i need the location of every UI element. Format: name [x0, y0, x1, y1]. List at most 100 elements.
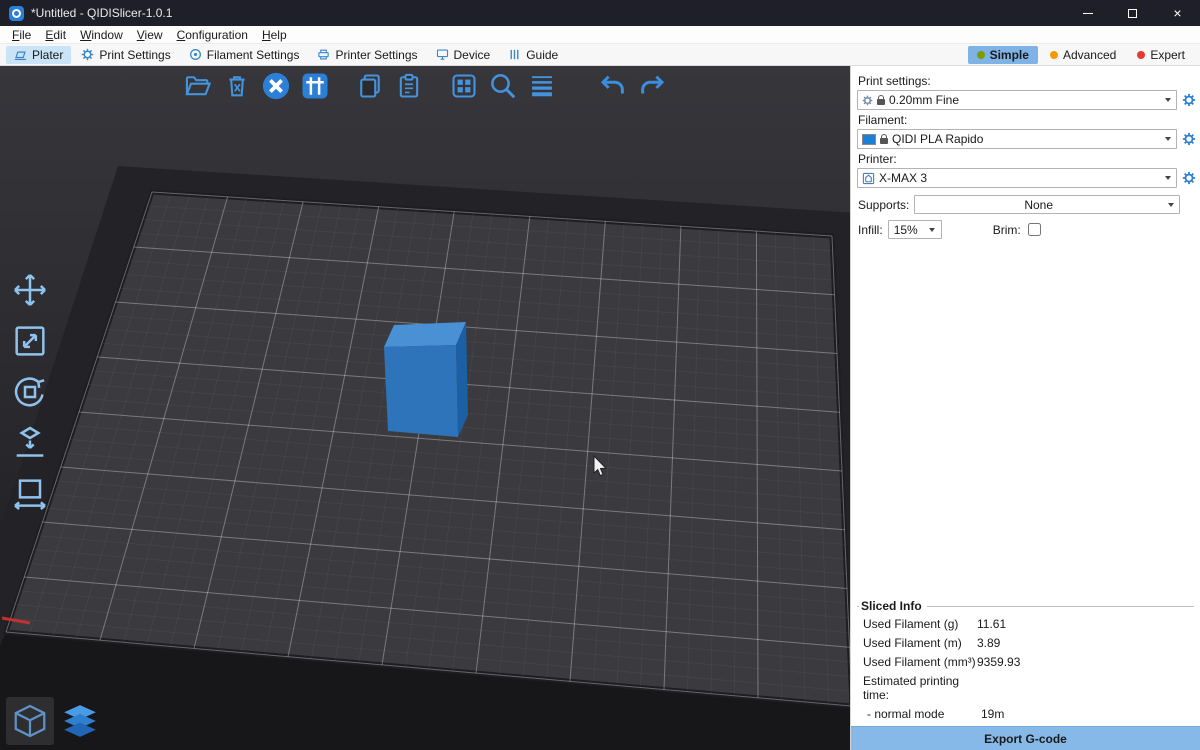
open-button[interactable] [183, 71, 213, 101]
arrange-icon [300, 71, 330, 101]
redo-button[interactable] [637, 71, 667, 101]
view-mode-switch [6, 697, 104, 745]
variable-layer-height-button[interactable] [527, 71, 557, 101]
close-button[interactable]: × [1155, 0, 1200, 26]
delete-button[interactable] [222, 71, 252, 101]
minimize-button[interactable] [1065, 0, 1110, 26]
supports-label: Supports: [858, 198, 909, 212]
scale-icon [10, 321, 50, 361]
chevron-down-icon [1159, 130, 1176, 148]
paste-button[interactable] [394, 71, 424, 101]
mode-simple[interactable]: Simple [968, 46, 1038, 64]
viewport-3d-scene[interactable] [0, 66, 850, 750]
mode-expert[interactable]: Expert [1128, 46, 1194, 64]
window-title: *Untitled - QIDISlicer-1.0.1 [31, 6, 172, 20]
preview-view-icon [61, 702, 99, 740]
undo-button[interactable] [598, 71, 628, 101]
menu-configuration[interactable]: Configuration [170, 27, 255, 43]
measure-icon [10, 474, 50, 514]
sliced-info-title: Sliced Info [859, 599, 927, 613]
tab-filament-settings[interactable]: Filament Settings [181, 46, 308, 64]
3d-editor-view-button[interactable] [6, 697, 54, 745]
gear-icon [1182, 171, 1196, 185]
preview-view-button[interactable] [56, 697, 104, 745]
filament-gear-button[interactable] [1180, 132, 1197, 146]
mode-label: Expert [1150, 48, 1185, 62]
title-bar: *Untitled - QIDISlicer-1.0.1 × [0, 0, 1200, 26]
tab-print-settings[interactable]: Print Settings [73, 46, 178, 64]
rotate-icon [10, 372, 50, 412]
printer-icon [317, 48, 330, 61]
expert-mode-dot-icon [1137, 51, 1145, 59]
search-icon [488, 71, 518, 101]
guide-icon [508, 48, 521, 61]
menu-bar: File Edit Window View Configuration Help [0, 26, 1200, 44]
chevron-down-icon [1159, 169, 1176, 187]
scale-button[interactable] [8, 319, 52, 363]
menu-file[interactable]: File [5, 27, 38, 43]
maximize-button[interactable] [1110, 0, 1155, 26]
place-on-face-button[interactable] [8, 421, 52, 465]
measure-button[interactable] [8, 472, 52, 516]
sliced-info-row: - normal mode 19m [857, 704, 1194, 723]
maximize-icon [1128, 9, 1137, 18]
split-button[interactable] [449, 71, 479, 101]
tab-device[interactable]: Device [428, 46, 499, 64]
gizmo-toolbar [8, 268, 52, 516]
place-on-face-icon [10, 423, 50, 463]
gear-icon [1182, 132, 1196, 146]
printer-gear-button[interactable] [1180, 171, 1197, 185]
delete-all-button[interactable] [261, 71, 291, 101]
printer-label: Printer: [858, 152, 1200, 166]
print-settings-gear-button[interactable] [1180, 93, 1197, 107]
filament-spool-icon [189, 48, 202, 61]
move-icon [10, 270, 50, 310]
rotate-button[interactable] [8, 370, 52, 414]
gear-icon [1182, 93, 1196, 107]
settings-sidebar: Print settings: 0.20mm Fine Filament: QI… [850, 66, 1200, 750]
advanced-mode-dot-icon [1050, 51, 1058, 59]
search-button[interactable] [488, 71, 518, 101]
menu-view[interactable]: View [130, 27, 170, 43]
split-icon [450, 72, 478, 100]
printer-combo[interactable]: X-MAX 3 [857, 168, 1177, 188]
paste-icon [395, 72, 423, 100]
mode-switcher: Simple Advanced Expert [968, 46, 1194, 64]
copy-button[interactable] [355, 71, 385, 101]
filament-combo[interactable]: QIDI PLA Rapido [857, 129, 1177, 149]
tab-label: Print Settings [99, 48, 170, 62]
model-cube[interactable] [384, 322, 468, 437]
print-settings-combo[interactable]: 0.20mm Fine [857, 90, 1177, 110]
tab-plater[interactable]: Plater [6, 46, 71, 64]
tab-printer-settings[interactable]: Printer Settings [309, 46, 425, 64]
brim-label: Brim: [993, 223, 1021, 237]
3d-viewport[interactable] [0, 66, 850, 750]
window-controls: × [1065, 0, 1200, 26]
undo-icon [598, 70, 628, 102]
infill-combo[interactable]: 15% [888, 220, 942, 239]
close-icon: × [1173, 6, 1181, 20]
delete-icon [223, 72, 251, 100]
3d-editor-view-icon [11, 702, 49, 740]
open-folder-icon [184, 72, 212, 100]
menu-help[interactable]: Help [255, 27, 294, 43]
printer-icon [862, 172, 875, 185]
printer-value: X-MAX 3 [879, 171, 1155, 185]
mode-advanced[interactable]: Advanced [1041, 46, 1125, 64]
chevron-down-icon [924, 221, 941, 238]
tab-guide[interactable]: Guide [500, 46, 566, 64]
sliced-info-row: Used Filament (g) 11.61 [857, 614, 1194, 633]
export-gcode-button[interactable]: Export G-code [851, 726, 1200, 750]
gear-icon [862, 95, 873, 106]
supports-combo[interactable]: None [914, 195, 1180, 214]
minimize-icon [1083, 13, 1093, 14]
tab-label: Printer Settings [335, 48, 417, 62]
menu-window[interactable]: Window [73, 27, 130, 43]
arrange-button[interactable] [300, 71, 330, 101]
viewport-toolbar [183, 71, 667, 101]
filament-value: QIDI PLA Rapido [892, 132, 1155, 146]
brim-checkbox[interactable] [1028, 223, 1041, 236]
move-button[interactable] [8, 268, 52, 312]
menu-edit[interactable]: Edit [38, 27, 73, 43]
gear-icon [81, 48, 94, 61]
